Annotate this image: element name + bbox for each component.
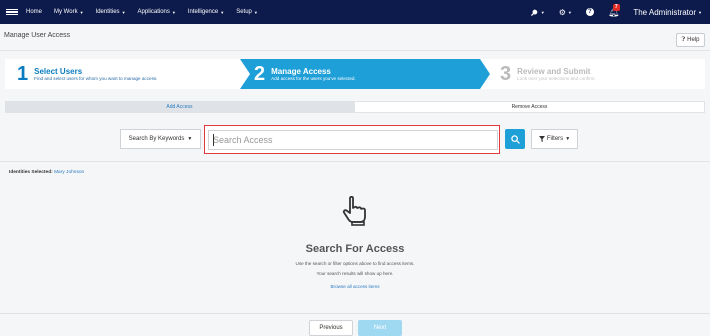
chevron-down-icon: ▼ [171,9,176,15]
help-button[interactable]: ❓︎ Help [676,33,705,47]
browse-all-link[interactable]: Browse all access items [0,284,710,289]
search-mode-dropdown[interactable]: Search By Keywords ▼ [120,129,201,149]
divider [0,161,710,162]
step-subtitle: Find and select users for whom you want … [34,76,158,81]
top-navigation-bar: Home My Work ▼ Identities ▼ Applications ▼ … [0,0,710,24]
chevron-down-icon: ▼ [698,9,702,15]
settings-menu[interactable]: ⚙ ▼ [559,8,572,17]
nav-intelligence-label: Intelligence [187,9,219,15]
gear-icon: ⚙ [558,7,566,17]
footer-bar: Previous Next [0,313,710,336]
help-button-label: Help [687,37,700,43]
step-title: Review and Submit [517,67,591,76]
step-title: Manage Access [271,67,331,76]
filters-label: Filters [546,136,564,142]
user-name: The Administrator [633,7,697,17]
step-number: 3 [500,62,512,85]
filter-icon [538,136,545,142]
text-cursor [213,134,214,146]
nav-my-work[interactable]: My Work ▼ [54,9,84,15]
search-mode-label: Search By Keywords [128,136,185,142]
help-circle-icon: ❓︎ [681,36,686,43]
search-button[interactable] [505,129,525,149]
chevron-down-icon: ▼ [121,9,126,15]
page-title: Manage User Access [4,32,71,39]
chevron-down-icon: ▼ [187,136,193,142]
wrench-icon [530,9,538,16]
wizard-steps: 1 Select Users Find and select users for… [5,59,705,89]
search-icon [510,134,520,144]
pointer-hand-icon [342,196,366,226]
tab-remove-access[interactable]: Remove Access [354,101,705,113]
step-subtitle: Look over your selections and confirm. [517,76,596,81]
identity-link[interactable]: Mary Johnson [54,170,84,175]
step-review-submit: 3 Review and Submit Look over your selec… [480,59,705,89]
tools-menu[interactable]: ▼ [530,8,545,17]
nav-home-label: Home [26,9,43,15]
chevron-down-icon: ▼ [253,9,258,15]
identities-label: Identities Selected: [9,170,53,175]
notifications-button[interactable]: 🔔︎ 7 [608,3,620,18]
search-row: Search By Keywords ▼ Filters ▼ [0,125,710,155]
previous-button[interactable]: Previous [309,320,353,336]
chevron-down-icon: ▼ [567,9,572,15]
filters-button[interactable]: Filters ▼ [531,129,578,149]
empty-state-title: Search For Access [305,243,405,255]
nav-applications[interactable]: Applications ▼ [138,9,176,15]
nav-identities[interactable]: Identities ▼ [96,9,126,15]
nav-home[interactable]: Home [26,9,42,15]
tab-add-access[interactable]: Add Access [5,101,354,113]
nav-setup-label: Setup [236,9,252,15]
nav-applications-label: Applications [137,9,170,15]
identities-selected: Identities Selected: Mary Johnson [9,170,84,175]
menu-icon[interactable] [6,8,18,16]
nav-setup[interactable]: Setup ▼ [236,9,258,15]
empty-state-description: Use the search or filter options above t… [295,261,415,266]
nav-my-work-label: My Work [54,9,78,15]
step-number: 1 [17,62,29,85]
step-subtitle: Add access for the users you've selected… [271,76,356,81]
notifications-badge: 7 [612,3,620,11]
nav-intelligence[interactable]: Intelligence ▼ [188,9,224,15]
search-input[interactable] [208,130,498,150]
step-select-users[interactable]: 1 Select Users Find and select users for… [5,59,240,89]
nav-identities-label: Identities [95,9,120,15]
chevron-down-icon: ▼ [540,9,545,15]
access-tabs: Add Access Remove Access [5,101,705,113]
next-button[interactable]: Next [358,320,402,336]
chevron-down-icon: ▼ [565,136,571,142]
chevron-down-icon: ▼ [220,9,225,15]
step-manage-access[interactable]: 2 Manage Access Add access for the users… [240,59,490,89]
step-title: Select Users [34,67,83,76]
step-number: 2 [254,62,266,85]
page-header: Manage User Access ❓︎ Help [0,24,710,51]
user-menu[interactable]: The Administrator ▼ [633,8,702,17]
search-input-highlight [204,125,500,154]
help-icon[interactable]: ? [585,8,594,16]
empty-state-description-secondary: Your search results will show up here. [316,271,394,276]
chevron-down-icon: ▼ [79,9,84,15]
